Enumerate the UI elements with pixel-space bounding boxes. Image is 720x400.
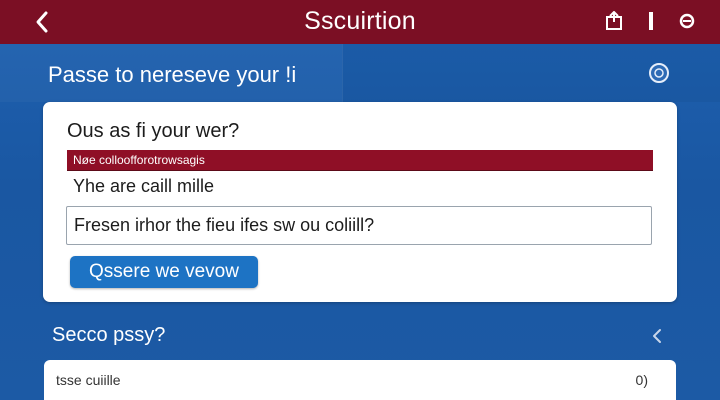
list-item-value: 0) <box>635 372 648 388</box>
submit-button[interactable]: Qssere we vevow <box>70 256 258 288</box>
share-icon <box>606 11 622 30</box>
question-card: Ous as fi your wer? Nøe colloofforotrows… <box>43 102 677 302</box>
divider-icon <box>640 10 662 32</box>
answer-input-value: Fresen irhor the fieu ifes sw ou coliill… <box>74 215 375 235</box>
share-button[interactable] <box>604 10 626 32</box>
answer-input[interactable]: Fresen irhor the fieu ifes sw ou coliill… <box>66 206 652 245</box>
list-item-label: tsse cuiille <box>56 372 121 388</box>
profile-button[interactable] <box>676 10 698 32</box>
app-bar: Sscuirtion <box>0 0 720 44</box>
question-label: Ous as fi your wer? <box>67 120 240 142</box>
alert-banner: Nøe colloofforotrowsagis <box>67 150 653 171</box>
section-collapse-button[interactable] <box>648 326 666 346</box>
help-button[interactable] <box>648 62 670 84</box>
chevron-left-icon <box>653 329 661 343</box>
header-divider <box>342 44 343 102</box>
globe-icon <box>649 63 669 83</box>
profile-icon <box>679 13 695 29</box>
list-item[interactable]: tsse cuiille 0) <box>44 360 676 400</box>
section-title: Secco pssy? <box>52 324 166 346</box>
answer-text: Yhe are caill mille <box>73 176 215 196</box>
app-bar-actions <box>604 10 698 32</box>
page-heading: Passe to nereseve your !i <box>48 62 297 87</box>
